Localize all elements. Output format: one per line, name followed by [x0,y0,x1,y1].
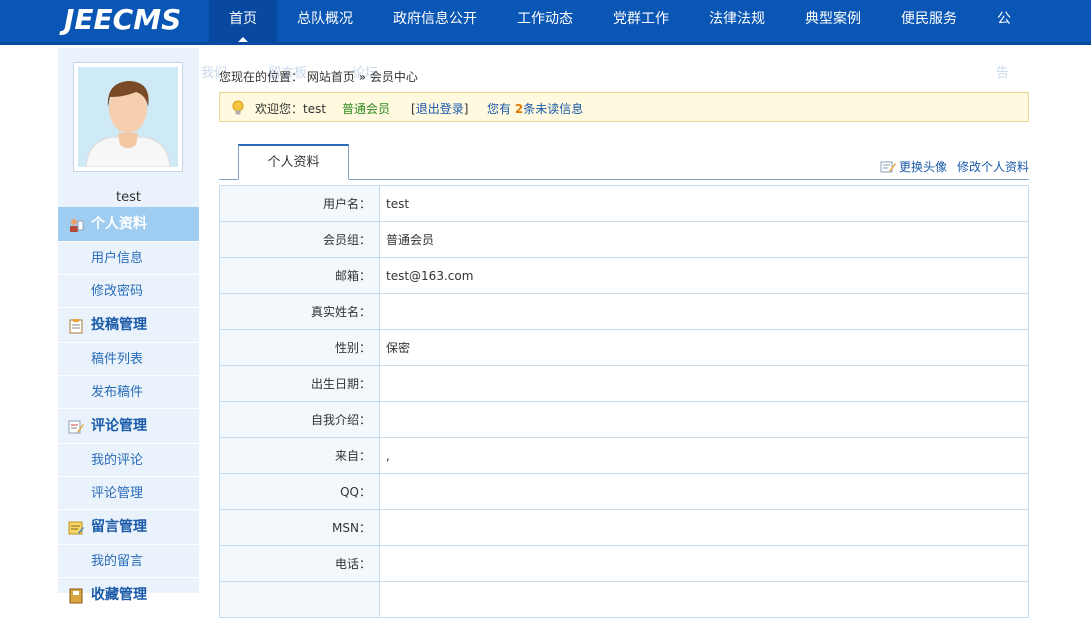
profile-row: QQ： [219,473,1029,510]
profile-field-value [379,365,1029,402]
sidebar-section-label: 留言管理 [91,519,147,535]
profile-field-value: 普通会员 [379,221,1029,258]
profile-field-value [379,473,1029,510]
lightbulb-icon [232,100,244,115]
profile-field-value [379,509,1029,546]
profile-row: 电话： [219,545,1029,582]
change-avatar-link[interactable]: 更换头像 [899,160,947,174]
profile-field-value [379,293,1029,330]
nav-item[interactable]: 政府信息公开 [373,0,497,42]
profile-field-label: 用户名： [219,185,380,222]
profile-row: MSN： [219,509,1029,546]
nav-item[interactable]: 公 [977,0,1031,42]
profile-field-value: test [379,185,1029,222]
member-level: 普通会员 [342,102,391,116]
profile-row [219,581,1029,618]
sidebar-section-6[interactable]: 评论管理 [58,409,199,444]
profile-field-label: 邮箱： [219,257,380,294]
profile-row: 来自：, [219,437,1029,474]
sidebar-section-11[interactable]: 收藏管理 [58,578,199,613]
nav-item[interactable]: 工作动态 [497,0,593,42]
sidebar-menu: 个人资料 用户信息 修改密码 投稿管理 稿件列表 发布稿件 评论管理 我的评论 评论管理 留言管理… [58,207,199,613]
sidebar-section-3[interactable]: 投稿管理 [58,308,199,343]
edit-profile-link[interactable]: 修改个人资料 [957,160,1029,174]
nav-item[interactable]: 法律法规 [689,0,785,42]
edit-icon [880,161,896,173]
profile-field-label: 会员组： [219,221,380,258]
profile-field-value [379,401,1029,438]
profile-field-label: MSN： [219,509,380,546]
profile-field-label: 来自： [219,437,380,474]
breadcrumb-separator: » [358,70,367,84]
top-navigation-bar: JEECMS 首页 总队概况 政府信息公开 工作动态 党群工作 法律法规 典型案例 便民服务公 [0,0,1091,45]
welcome-greeting: 欢迎您：test [255,102,327,116]
site-logo[interactable]: JEECMS [64,3,181,37]
nav-item[interactable]: 便民服务 [881,0,977,42]
profile-field-label: QQ： [219,473,380,510]
logout-wrapper: [退出登录] [411,102,469,116]
user-icon [70,219,84,232]
message-icon [68,521,84,535]
profile-actions: 更换头像 修改个人资料 [880,158,1029,175]
sidebar-section-9[interactable]: 留言管理 [58,510,199,545]
sidebar-item[interactable]: 评论管理 [58,477,199,510]
breadcrumb: 您现在的位置： 网站首页 » 会员中心 [219,68,418,85]
nav-item[interactable]: 党群工作 [593,0,689,42]
sidebar-section-label: 评论管理 [91,418,147,434]
nav-item[interactable]: 首页 [209,0,277,42]
profile-row: 出生日期： [219,365,1029,402]
sidebar-section-0[interactable]: 个人资料 [58,207,199,242]
tab-profile[interactable]: 个人资料 [238,144,349,180]
sidebar-item[interactable]: 稿件列表 [58,343,199,376]
profile-field-label: 出生日期： [219,365,380,402]
clipboard-icon [69,319,83,334]
profile-field-value [379,545,1029,582]
profile-row: 自我介绍： [219,401,1029,438]
sidebar-item[interactable]: 我的评论 [58,444,199,477]
profile-field-value [379,581,1029,618]
unread-count: 2 [514,102,524,116]
sidebar-section-label: 投稿管理 [91,317,147,333]
profile-field-label: 真实姓名： [219,293,380,330]
welcome-bar: 欢迎您：test 普通会员 [退出登录] 您有 2条未读信息 [219,92,1029,122]
sidebar-section-label: 个人资料 [91,216,147,232]
profile-row: 性别： 保密 [219,329,1029,366]
profile-row: 邮箱： test@163.com [219,257,1029,294]
default-avatar-icon [85,81,171,167]
profile-field-value: 保密 [379,329,1029,366]
logout-link[interactable]: 退出登录 [416,102,464,116]
member-sidebar: test 个人资料 用户信息 修改密码 投稿管理 稿件列表 发布稿件 评论管理 我的评论 评论管… [58,48,199,613]
sidebar-username: test [116,190,141,205]
breadcrumb-prefix: 您现在的位置： [219,70,304,84]
sidebar-section-label: 收藏管理 [91,587,147,603]
breadcrumb-current: 会员中心 [369,70,418,84]
unread-messages-link[interactable]: 您有 2条未读信息 [487,100,583,117]
breadcrumb-home-link[interactable]: 网站首页 [307,70,355,84]
profile-row: 用户名： test [219,185,1029,222]
profile-field-value: , [379,437,1029,474]
nav-item[interactable]: 总队概况 [277,0,373,42]
profile-field-label [219,581,380,618]
main-nav: 首页 总队概况 政府信息公开 工作动态 党群工作 法律法规 典型案例 便民服务公 [209,0,1031,42]
avatar [73,62,183,172]
sidebar-item[interactable]: 修改密码 [58,275,199,308]
profile-row: 真实姓名： [219,293,1029,330]
bookmark-icon [69,588,83,604]
profile-field-label: 电话： [219,545,380,582]
sidebar-item[interactable]: 发布稿件 [58,376,199,409]
sidebar-item[interactable]: 用户信息 [58,242,199,275]
sidebar-item[interactable]: 我的留言 [58,545,199,578]
nav-item[interactable]: 典型案例 [785,0,881,42]
comment-edit-icon [68,420,84,434]
profile-field-value: test@163.com [379,257,1029,294]
profile-table: 用户名： test 会员组： 普通会员 邮箱： test@163.com 真实姓名： 性别：保… [219,185,1029,618]
profile-field-label: 性别： [219,329,380,366]
profile-row: 会员组： 普通会员 [219,221,1029,258]
profile-field-label: 自我介绍： [219,401,380,438]
ghost-menu-text: 告 [996,66,1010,81]
